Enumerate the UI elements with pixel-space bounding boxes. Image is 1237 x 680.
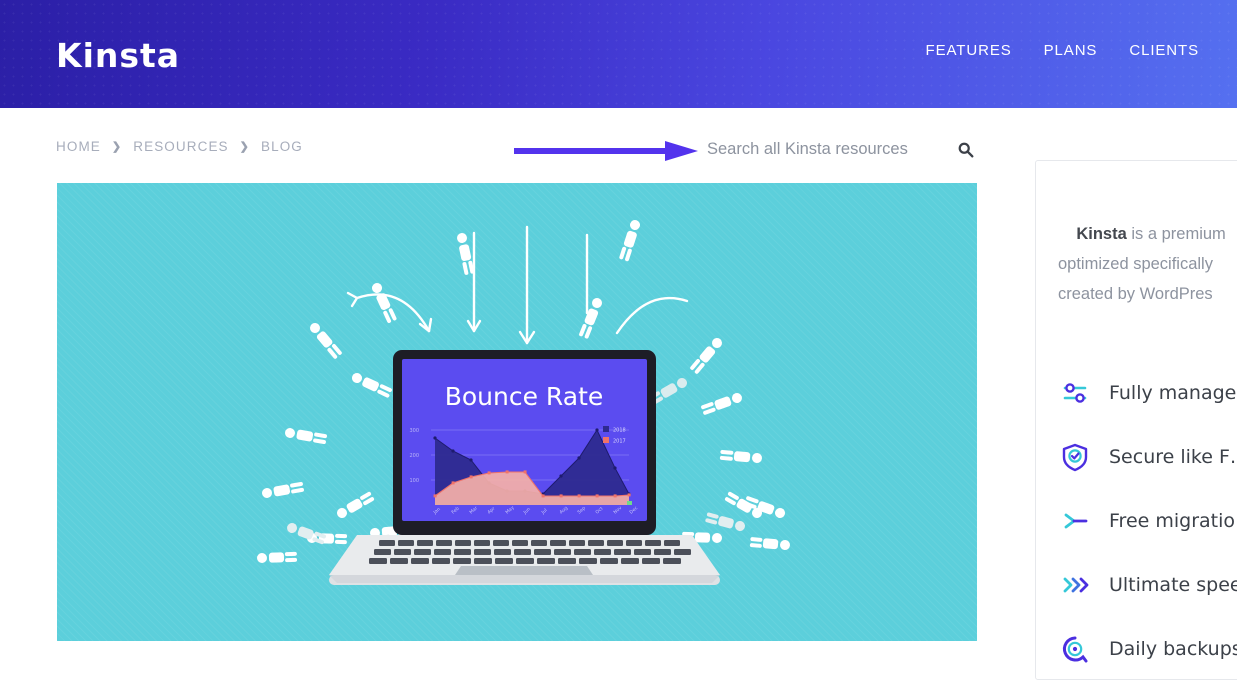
kinsta-logo[interactable]: Kinsta [56,36,180,75]
breadcrumb-item-blog[interactable]: BLOG [261,139,303,154]
sidebar-intro-brand: Kinsta [1076,225,1127,243]
bounce-rate-illustration: Bounce Rate 300 200 100 Jan Feb Mar Apr … [257,220,790,585]
svg-text:2017: 2017 [613,439,626,445]
migration-arrow-icon [1058,504,1092,538]
backup-circle-icon [1058,632,1092,666]
search-area [505,130,985,172]
svg-text:2018: 2018 [613,428,626,434]
chart-end-marker [627,501,632,505]
breadcrumb-separator-icon: ❯ [239,141,250,153]
annotation-arrow-icon [514,141,698,161]
feature-item-secure[interactable]: Secure like F… [1058,425,1237,489]
breadcrumb-item-home[interactable]: HOME [56,139,101,154]
breadcrumb-separator-icon: ❯ [111,141,123,153]
laptop-illustration: Bounce Rate 300 200 100 Jan Feb Mar Apr … [329,350,720,585]
shield-check-icon [1058,440,1092,474]
laptop-trackpad [455,566,593,575]
laptop-chart-title: Bounce Rate [445,382,604,411]
svg-text:100: 100 [409,478,419,484]
svg-text:300: 300 [409,428,419,434]
feature-item-fully-managed[interactable]: Fully manage [1058,361,1237,425]
search-button[interactable] [950,134,980,164]
sliders-icon [1058,376,1092,410]
double-chevron-icon [1058,568,1092,602]
search-icon [958,142,973,157]
feature-label-fully-managed: Fully manage [1109,382,1237,404]
bounce-arrows-group [346,225,689,345]
hero-illustration[interactable]: Bounce Rate 300 200 100 Jan Feb Mar Apr … [57,183,977,641]
feature-item-free-migrations[interactable]: Free migratio [1058,489,1237,553]
search-input[interactable] [705,133,935,165]
feature-item-ultimate-speed[interactable]: Ultimate spee [1058,553,1237,617]
feature-list: Fully manage Secure like F… Free migrati… [1058,361,1237,679]
feature-label-ultimate-speed: Ultimate spee [1109,574,1237,596]
nav-item-features[interactable]: FEATURES [926,42,1012,59]
site-header: Kinsta FEATURES PLANS CLIENTS [0,0,1237,108]
nav-item-clients[interactable]: CLIENTS [1129,42,1199,59]
sidebar-card: Kinsta is a premium optimized specifical… [1035,160,1237,680]
breadcrumb: HOME ❯ RESOURCES ❯ BLOG [56,139,303,154]
main-navigation: FEATURES PLANS CLIENTS [926,42,1199,59]
sidebar-intro-text: Kinsta is a premium optimized specifical… [1058,189,1237,339]
feature-label-secure: Secure like F… [1109,446,1237,468]
svg-text:200: 200 [409,453,419,459]
feature-label-daily-backups: Daily backups [1109,638,1237,660]
breadcrumb-item-resources[interactable]: RESOURCES [133,139,228,154]
nav-item-plans[interactable]: PLANS [1044,42,1098,59]
feature-label-free-migrations: Free migratio [1109,510,1236,532]
